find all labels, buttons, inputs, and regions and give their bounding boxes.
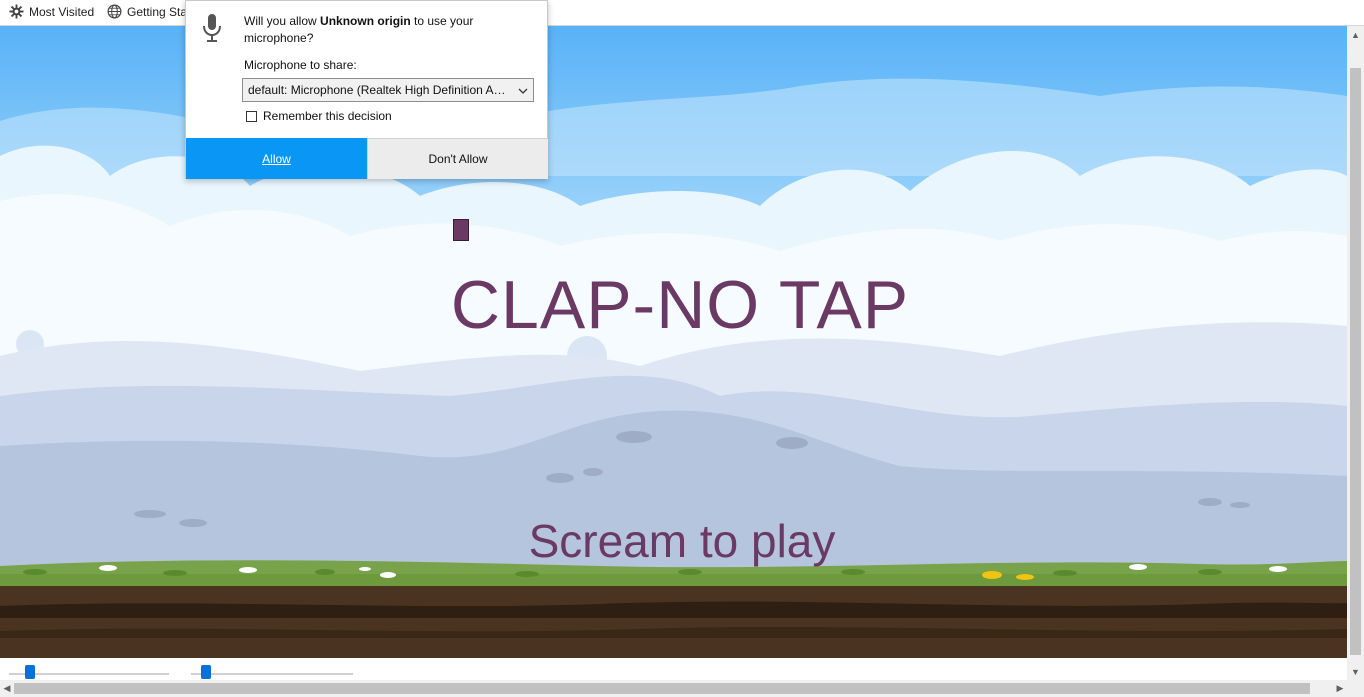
slider-thumb[interactable]	[201, 665, 211, 679]
bookmark-label: Most Visited	[29, 4, 95, 19]
horizontal-scrollbar[interactable]: ◀ ▶	[0, 680, 1347, 697]
microphone-icon	[201, 13, 223, 46]
selected-device: default: Microphone (Realtek High Defini…	[248, 83, 511, 97]
vertical-scroll-thumb[interactable]	[1350, 68, 1361, 655]
request-origin: Unknown origin	[320, 14, 411, 28]
vertical-scrollbar[interactable]: ▲ ▼	[1347, 26, 1364, 680]
gear-icon	[9, 4, 24, 19]
chevron-down-icon	[518, 85, 528, 99]
scrollbar-corner	[1347, 680, 1364, 697]
slider-track	[191, 673, 353, 675]
remember-label: Remember this decision	[263, 109, 392, 123]
game-title: CLAP-NO TAP	[450, 267, 910, 343]
game-instruction: Scream to play	[528, 515, 836, 567]
slider-strip	[0, 658, 1347, 680]
remember-checkbox[interactable]	[246, 110, 257, 122]
question-prefix: Will you allow	[244, 14, 321, 28]
bookmark-most-visited[interactable]: Most Visited	[9, 4, 94, 19]
scroll-down-icon[interactable]: ▼	[1347, 663, 1364, 680]
scroll-right-icon[interactable]: ▶	[1333, 680, 1347, 697]
microphone-share-label: Microphone to share:	[244, 58, 357, 72]
player-block	[453, 219, 469, 241]
remember-decision[interactable]: Remember this decision	[246, 109, 392, 123]
horizontal-scroll-thumb[interactable]	[14, 683, 1310, 694]
slider-thumb[interactable]	[25, 665, 35, 679]
dont-allow-button[interactable]: Don't Allow	[367, 138, 548, 179]
permission-question: Will you allow Unknown origin to use you…	[244, 13, 534, 47]
globe-icon	[107, 4, 122, 19]
microphone-select[interactable]: default: Microphone (Realtek High Defini…	[242, 78, 534, 102]
scroll-up-icon[interactable]: ▲	[1347, 26, 1364, 43]
allow-button[interactable]: Allow	[186, 138, 367, 179]
microphone-permission-dialog: Will you allow Unknown origin to use you…	[185, 0, 548, 179]
scroll-left-icon[interactable]: ◀	[0, 680, 14, 697]
